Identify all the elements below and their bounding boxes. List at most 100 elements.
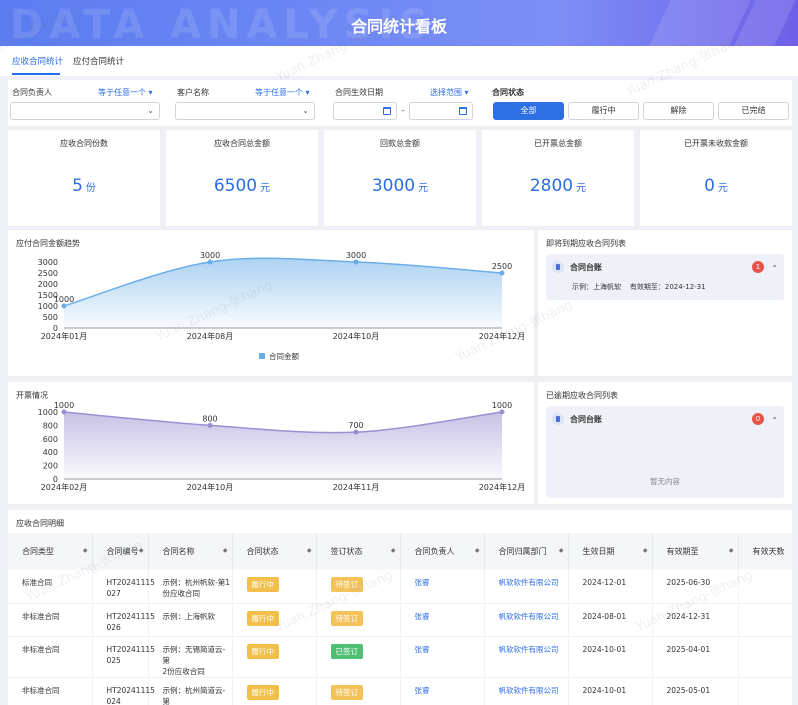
table-row[interactable]: 标准合同 HT20241115 027 示例：杭州帆软-第1 份应收合同 履行中 待签订… <box>8 570 792 604</box>
status-completed-button[interactable]: 已完结 <box>718 102 789 120</box>
table-cell: 待签订 <box>316 677 401 705</box>
filter-owner: 合同负责人 等于任意一个 ▾ ⌄ <box>8 80 163 126</box>
column-header[interactable]: 合同状态 ◆ <box>232 533 317 570</box>
table-cell: 标准合同 <box>8 570 93 604</box>
customer-select[interactable]: ⌄ <box>175 102 315 120</box>
x-tick-label: 2024年12月 <box>479 331 526 341</box>
date-start-input[interactable] <box>333 102 397 120</box>
table-cell: 帆软软件有限公司 <box>484 636 569 678</box>
table-row[interactable]: 非标准合同 HT20241115 026 示例：上海帆软 履行中 待签订 张睿 帆软软件有限… <box>8 603 792 637</box>
kpi-card: 回款总金额 3000 元 <box>324 130 476 226</box>
contract-status-tag: 履行中 <box>246 577 279 592</box>
table-cell: 待签订 <box>316 570 401 604</box>
filter-date-mode[interactable]: 选择范围 ▾ <box>430 87 469 98</box>
expiring-item-detail: 示例：上海帆软 有效期至：2024-12-31 <box>572 283 706 291</box>
y-tick-label: 400 <box>43 448 58 457</box>
table-cell: 非标准合同 <box>8 677 93 705</box>
sort-icon[interactable]: ◆ <box>391 547 396 554</box>
tab-payable[interactable]: 应付合同统计 <box>73 55 124 67</box>
x-tick-label: 2024年10月 <box>187 482 234 492</box>
y-tick-label: 2500 <box>38 269 58 278</box>
table-cell: 履行中 <box>232 677 317 705</box>
column-header[interactable]: 合同负责人 ◆ <box>400 533 485 570</box>
column-header[interactable]: 合同名称 ◆ <box>148 533 233 570</box>
filter-customer-label: 客户名称 <box>177 88 209 97</box>
table-cell: 2024-12-31 <box>652 603 739 637</box>
table-cell: 张睿 <box>400 603 485 637</box>
data-point[interactable] <box>353 259 359 265</box>
sort-icon[interactable]: ◆ <box>83 547 88 554</box>
sort-icon[interactable]: ◆ <box>643 547 648 554</box>
status-terminated-button[interactable]: 解除 <box>643 102 714 120</box>
chevron-down-icon: ⌄ <box>302 106 309 115</box>
kpi-card: 应收合同总金额 6500 元 <box>166 130 318 226</box>
invoice-panel: 开票情况 0 200 400 600 800 1000 1000 800 700 1000 2024… <box>8 382 534 504</box>
sort-icon[interactable]: ◆ <box>223 547 228 554</box>
table-cell: 张睿 <box>400 677 485 705</box>
kpi-value: 6500 元 <box>213 176 271 196</box>
y-tick-label: 800 <box>43 421 58 430</box>
column-header[interactable]: 有效期至 ◆ <box>652 533 739 570</box>
tab-receivable[interactable]: 应收合同统计 <box>12 55 63 67</box>
sign-status-tag: 已签订 <box>330 643 363 659</box>
document-icon <box>552 413 564 425</box>
table-cell: 张睿 <box>400 636 485 678</box>
sort-icon[interactable]: ◆ <box>559 547 564 554</box>
x-tick-label: 2024年10月 <box>333 331 380 341</box>
column-header[interactable]: 有效天数◆ <box>738 533 792 570</box>
table-row[interactable]: 非标准合同 HT20241115 025 示例：无锡简道云-第 2份应收合同 履行中 已… <box>8 636 792 678</box>
table-cell: 21 <box>738 570 792 604</box>
sign-status-tag: 待签订 <box>330 577 363 592</box>
date-separator: – <box>401 106 405 115</box>
legend-label[interactable]: 合同金额 <box>269 351 299 361</box>
expiring-item[interactable]: 合同台账 1 ⌄ 示例：上海帆软 有效期至：2024-12-31 <box>546 254 784 300</box>
amount-trend-panel: 应付合同金额趋势 0 500 1000 1500 2000 2500 3000 1000 300… <box>8 230 534 376</box>
column-header[interactable]: 合同类型 ◆ <box>8 533 93 570</box>
tab-active-indicator <box>12 73 60 75</box>
x-tick-label: 2024年02月 <box>41 482 88 492</box>
status-active-button[interactable]: 履行中 <box>568 102 639 120</box>
kpi-value: 2800 元 <box>529 176 587 196</box>
sort-icon[interactable]: ◆ <box>139 547 144 554</box>
filter-status-label: 合同状态 <box>492 88 524 97</box>
kpi-label: 回款总金额 <box>380 139 420 148</box>
column-header[interactable]: 合同归属部门 ◆ <box>484 533 569 570</box>
table-header-panel: 应收合同明细 <box>8 510 792 533</box>
chevron-down-icon[interactable]: ⌄ <box>771 260 778 269</box>
data-label: 700 <box>348 421 363 430</box>
date-end-input[interactable] <box>409 102 473 120</box>
contract-status-tag: 履行中 <box>246 684 279 700</box>
column-header[interactable]: 生效日期 ◆ <box>568 533 653 570</box>
y-tick-label: 200 <box>43 462 58 471</box>
column-header[interactable]: 合同编号 ◆ <box>92 533 149 570</box>
status-all-button[interactable]: 全部 <box>493 102 564 120</box>
table-cell: 帆软软件有限公司 <box>484 570 569 604</box>
sort-icon[interactable]: ◆ <box>475 547 480 554</box>
data-point[interactable] <box>61 409 67 415</box>
filter-owner-mode[interactable]: 等于任意一个 ▾ <box>98 87 153 98</box>
data-point[interactable] <box>207 422 213 428</box>
data-point[interactable] <box>353 429 359 435</box>
filter-customer-mode[interactable]: 等于任意一个 ▾ <box>255 87 310 98</box>
data-label: 1000 <box>54 401 74 410</box>
chevron-down-icon[interactable]: ⌄ <box>771 412 778 421</box>
kpi-value: 5份 <box>72 176 96 196</box>
data-point[interactable] <box>499 270 505 276</box>
y-tick-label: 500 <box>43 313 58 322</box>
column-header[interactable]: 签订状态 ◆ <box>316 533 401 570</box>
data-point[interactable] <box>61 303 67 309</box>
data-point[interactable] <box>499 409 505 415</box>
sort-icon[interactable]: ◆ <box>307 547 312 554</box>
invoice-chart: 02004006008001000100080070010002024年02月 2… <box>38 401 526 492</box>
owner-select[interactable]: ⌄ <box>10 102 160 120</box>
table-cell: HT20241115 024 <box>92 677 155 705</box>
table-row[interactable]: 非标准合同HT20241115 024示例：杭州简道云-第 1份合同履行中 待签订… <box>8 677 792 705</box>
table-cell: 18 <box>738 636 792 678</box>
table-cell: 15 <box>738 603 792 637</box>
contract-status-tag: 履行中 <box>246 610 279 626</box>
table-cell: 2024-10-01 <box>568 636 653 678</box>
data-point[interactable] <box>207 259 213 265</box>
sort-icon[interactable]: ◆ <box>729 547 734 554</box>
overdue-item[interactable]: 合同台账 0 ⌄ 暂无内容 <box>546 406 784 498</box>
table-cell: 2025-05-01 <box>652 677 739 705</box>
